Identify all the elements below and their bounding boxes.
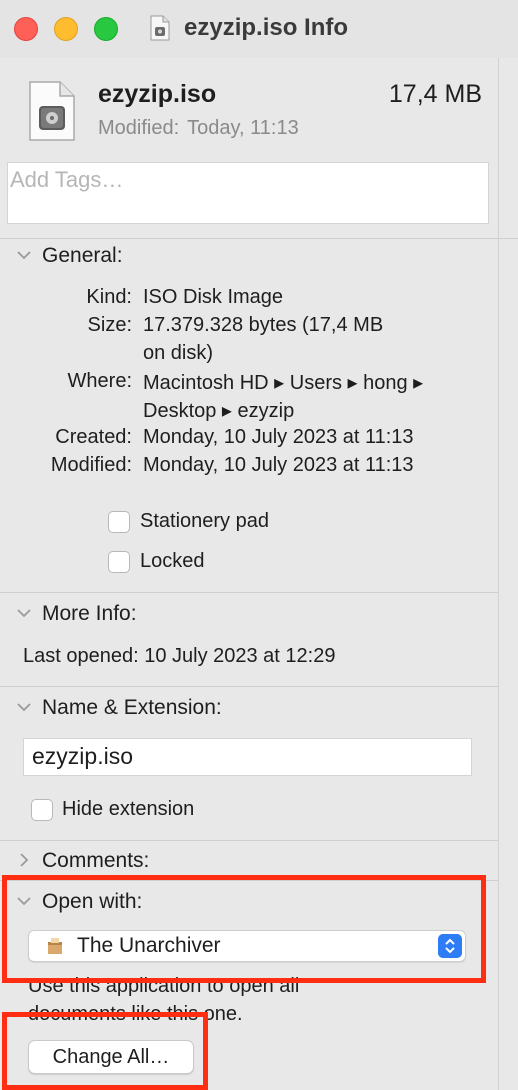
modified-label: Modified: — [98, 117, 180, 139]
chevron-down-icon — [17, 251, 31, 260]
file-size: 17,4 MB — [388, 80, 482, 108]
file-header: ezyzip.iso 17,4 MB Modified: Today, 11:13 — [0, 58, 518, 239]
created-label: Created: — [55, 426, 132, 448]
modified-value: Today, 11:13 — [187, 117, 299, 139]
stationery-pad-checkbox[interactable] — [108, 511, 130, 533]
modified-row-value: Monday, 10 July 2023 at 11:13 — [143, 454, 414, 476]
comments-section-header[interactable]: Comments: — [0, 843, 498, 879]
modified-row-label: Modified: — [50, 454, 132, 476]
where-value-line2: Desktop ▸ ezyzip — [143, 400, 295, 422]
section-divider — [0, 840, 498, 841]
locked-checkbox[interactable] — [108, 551, 130, 573]
created-value: Monday, 10 July 2023 at 11:13 — [143, 426, 414, 448]
window-title: ezyzip.iso Info — [184, 14, 349, 41]
close-window-button[interactable] — [14, 17, 38, 41]
hide-extension-checkbox[interactable] — [31, 799, 53, 821]
file-name: ezyzip.iso — [98, 80, 217, 108]
kind-value: ISO Disk Image — [143, 286, 284, 308]
more-info-section-title: More Info: — [42, 602, 137, 625]
title-bar: ezyzip.iso Info — [0, 0, 518, 58]
disk-image-file-icon — [150, 15, 170, 41]
disk-image-file-icon — [29, 81, 75, 141]
chevron-right-icon — [20, 853, 29, 867]
info-window: ezyzip.iso Info ezyzip.iso 17,4 MB Modif… — [0, 0, 518, 1090]
comments-section-title: Comments: — [42, 849, 150, 872]
chevron-down-icon — [17, 703, 31, 712]
minimize-window-button[interactable] — [54, 17, 78, 41]
section-divider — [0, 686, 498, 687]
name-extension-section-title: Name & Extension: — [42, 696, 222, 719]
where-label: Where: — [67, 370, 132, 392]
general-section-title: General: — [42, 244, 123, 267]
change-all-highlight-box — [2, 1012, 208, 1090]
size-value-line2: on disk) — [143, 342, 214, 364]
name-extension-section-header[interactable]: Name & Extension: — [0, 690, 498, 726]
tags-input[interactable] — [8, 163, 492, 197]
size-label: Size: — [87, 314, 132, 336]
file-name-input[interactable]: ezyzip.iso — [23, 738, 472, 776]
last-opened-text: Last opened: 10 July 2023 at 12:29 — [23, 645, 336, 667]
stationery-pad-label: Stationery pad — [140, 510, 269, 532]
size-value-line1: 17.379.328 bytes (17,4 MB — [143, 314, 384, 336]
where-value-line1: Macintosh HD ▸ Users ▸ hong ▸ — [143, 372, 424, 394]
more-info-section-header[interactable]: More Info: — [0, 596, 498, 632]
open-with-highlight-box — [2, 875, 486, 983]
size-row: Size: 17.379.328 bytes (17,4 MB on disk) — [0, 314, 498, 370]
hide-extension-label: Hide extension — [62, 798, 195, 820]
kind-label: Kind: — [86, 286, 132, 308]
chevron-down-icon — [17, 609, 31, 618]
zoom-window-button[interactable] — [94, 17, 118, 41]
modified-summary: Modified: Today, 11:13 — [98, 117, 307, 140]
where-row: Where: Macintosh HD ▸ Users ▸ hong ▸ Des… — [0, 370, 498, 426]
locked-label: Locked — [140, 550, 205, 572]
tags-field-container — [7, 162, 492, 224]
section-divider — [0, 592, 498, 593]
general-section-header[interactable]: General: — [0, 238, 498, 274]
